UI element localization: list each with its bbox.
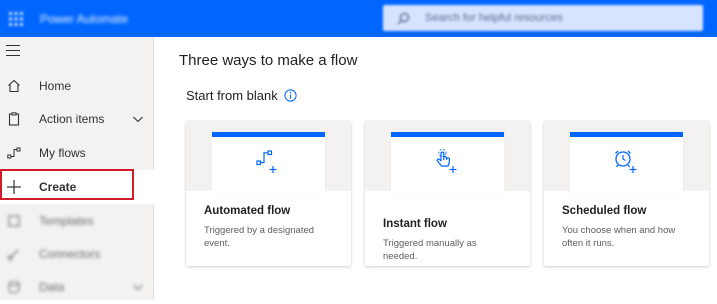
search-icon: [397, 10, 413, 26]
templates-icon: [6, 213, 22, 229]
instant-flow-icon: [436, 149, 457, 173]
card-description: You choose when and how often it runs.: [562, 225, 676, 249]
info-icon[interactable]: [284, 89, 297, 102]
card-title: Automated flow: [204, 205, 291, 217]
card-description: Triggered manually as needed.: [383, 238, 477, 262]
section-title: Start from blank: [186, 88, 297, 103]
automated-flow-card[interactable]: Automated flow Triggered by a designated…: [186, 121, 351, 266]
sidebar-item-label: Action items: [39, 112, 105, 126]
top-bar: Power Automate Search for helpful resour…: [0, 0, 717, 37]
page-title: Three ways to make a flow: [179, 52, 358, 69]
card-description: Triggered by a designated event.: [204, 225, 315, 249]
flow-icon: [6, 145, 22, 161]
app-launcher-icon[interactable]: [4, 7, 28, 31]
search-input[interactable]: Search for helpful resources: [425, 12, 563, 24]
app-title[interactable]: Power Automate: [40, 12, 128, 26]
card-title: Scheduled flow: [562, 205, 647, 217]
instant-flow-card[interactable]: Instant flow Triggered manually as neede…: [365, 121, 530, 266]
sidebar-item-label: Templates: [39, 214, 94, 228]
search-box[interactable]: Search for helpful resources: [383, 5, 703, 31]
data-icon: [6, 279, 22, 295]
sidebar-item-data[interactable]: Data: [0, 270, 154, 304]
card-illustration: [365, 121, 530, 195]
sidebar-item-label: Connectors: [39, 247, 101, 261]
section-title-text: Start from blank: [186, 88, 278, 103]
sidebar-item-home[interactable]: Home: [0, 69, 154, 103]
sidebar-item-label: My flows: [39, 146, 86, 160]
hamburger-menu-icon[interactable]: [6, 45, 20, 57]
scheduled-flow-card[interactable]: Scheduled flow You choose when and how o…: [544, 121, 709, 266]
sidebar-item-my-flows[interactable]: My flows: [0, 136, 154, 170]
scheduled-flow-icon: [615, 150, 637, 173]
main-content: Three ways to make a flow Start from bla…: [155, 37, 717, 300]
sidebar-item-connectors[interactable]: Connectors: [0, 237, 154, 271]
highlight-box: [0, 169, 134, 200]
automated-flow-icon: [256, 150, 277, 173]
chevron-down-icon[interactable]: [132, 281, 144, 293]
card-illustration: [544, 121, 709, 195]
connectors-icon: [6, 246, 22, 262]
card-illustration: [186, 121, 351, 195]
sidebar-item-label: Home: [39, 79, 72, 93]
sidebar-item-action-items[interactable]: Action items: [0, 102, 154, 136]
clipboard-icon: [6, 111, 22, 127]
card-title: Instant flow: [383, 218, 447, 230]
chevron-down-icon[interactable]: [132, 113, 144, 125]
sidebar-item-templates[interactable]: Templates: [0, 204, 154, 238]
sidebar-item-label: Data: [39, 280, 65, 294]
home-icon: [6, 78, 22, 94]
